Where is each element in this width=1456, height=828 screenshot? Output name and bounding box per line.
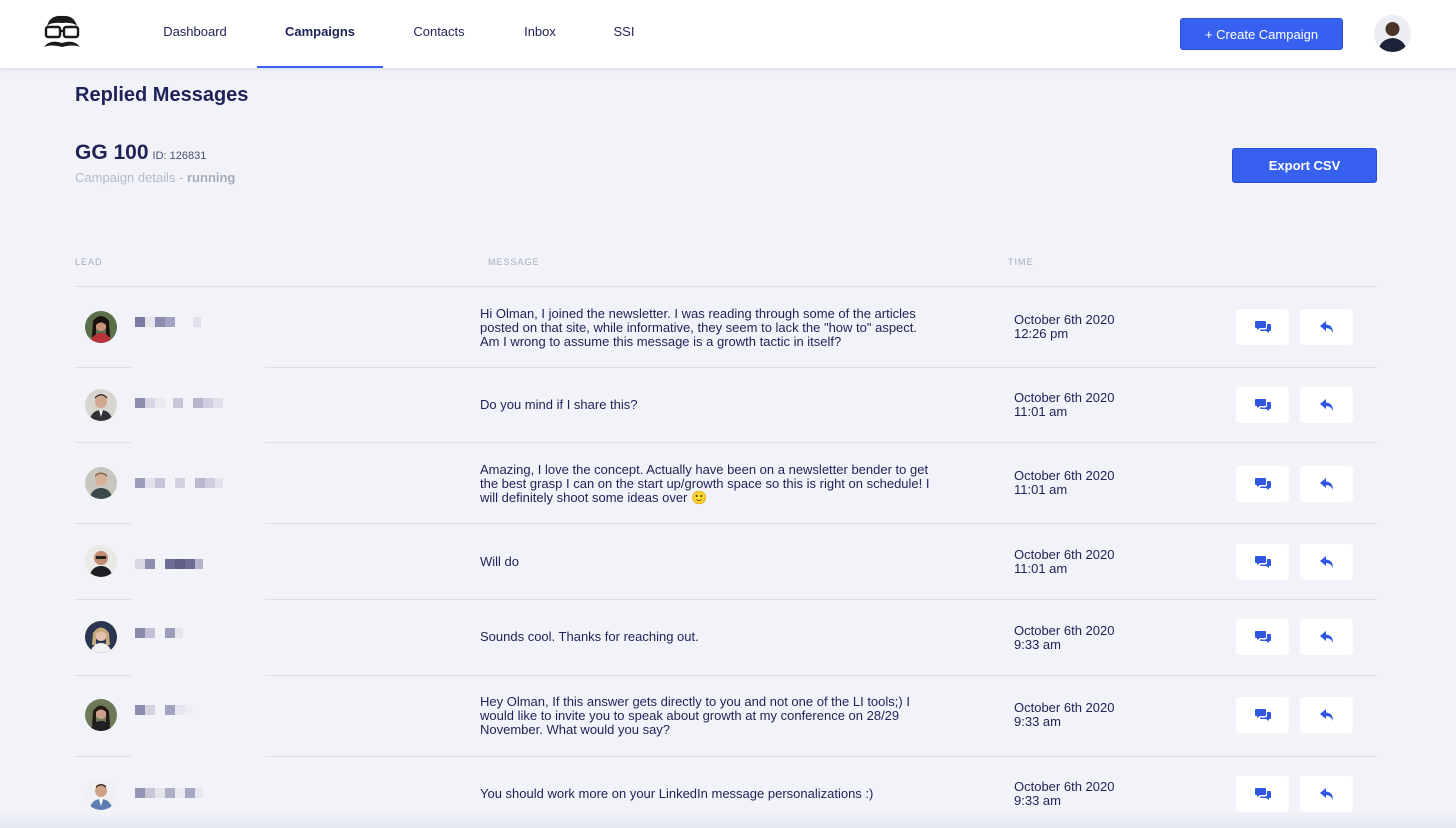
message-clock: 11:01 am (1014, 482, 1068, 497)
view-conversation-button[interactable] (1236, 697, 1289, 733)
view-conversation-button[interactable] (1236, 619, 1289, 655)
message-text: Do you mind if I share this? (480, 397, 638, 412)
message-date: October 6th 2020 (1014, 390, 1115, 405)
campaign-id: ID: 126831 (152, 150, 207, 162)
table-row: Sounds cool. Thanks for reaching out. Oc… (75, 600, 1377, 677)
lead-name-redacted (135, 478, 223, 490)
campaign-name: GG 100 ID: 126831 (75, 141, 206, 165)
message-time: October 6th 2020 12:26 pm (1014, 313, 1114, 341)
user-avatar[interactable] (1374, 15, 1411, 52)
lead-name-redacted (135, 788, 203, 800)
lead-avatar (85, 545, 117, 577)
lead-name-redacted (135, 559, 203, 571)
message-clock: 11:01 am (1014, 404, 1068, 419)
lead-avatar (85, 621, 117, 653)
message-date: October 6th 2020 (1014, 468, 1115, 483)
reply-button[interactable] (1300, 697, 1353, 733)
message-text: Hi Olman, I joined the newsletter. I was… (480, 306, 918, 349)
reply-button[interactable] (1300, 309, 1353, 345)
lead-name-redacted (135, 317, 201, 329)
message-date: October 6th 2020 (1014, 779, 1115, 794)
lead-avatar (85, 311, 117, 343)
mustache-logo-icon[interactable] (40, 12, 84, 56)
lead-name-redacted (135, 628, 183, 640)
message-time: October 6th 2020 11:01 am (1014, 469, 1114, 497)
tab-campaigns[interactable]: Campaigns (257, 0, 383, 68)
tab-dashboard[interactable]: Dashboard (152, 0, 238, 68)
reply-arrow-icon (1319, 708, 1333, 721)
scroll-fade (0, 812, 1456, 828)
message-clock: 9:33 am (1014, 793, 1061, 808)
reply-arrow-icon (1319, 477, 1333, 490)
message-text: Sounds cool. Thanks for reaching out. (480, 629, 699, 644)
message-text: Amazing, I love the concept. Actually ha… (480, 462, 930, 505)
message-text: Will do (480, 554, 520, 569)
tab-inbox[interactable]: Inbox (513, 0, 567, 68)
table-row: Hey Olman, If this answer gets directly … (75, 676, 1377, 758)
chat-bubbles-icon (1254, 788, 1271, 800)
reply-arrow-icon (1319, 787, 1333, 800)
message-date: October 6th 2020 (1014, 700, 1115, 715)
create-campaign-button[interactable]: + Create Campaign (1180, 18, 1343, 50)
chat-bubbles-icon (1254, 556, 1271, 568)
reply-button[interactable] (1300, 776, 1353, 812)
campaign-details-label: Campaign details - (75, 170, 187, 185)
message-time: October 6th 2020 11:01 am (1014, 548, 1114, 576)
table-row: Hi Olman, I joined the newsletter. I was… (75, 287, 1377, 369)
tab-ssi[interactable]: SSI (605, 0, 643, 68)
chat-bubbles-icon (1254, 321, 1271, 333)
chat-bubbles-icon (1254, 709, 1271, 721)
message-text: You should work more on your LinkedIn me… (480, 786, 874, 801)
message-clock: 9:33 am (1014, 637, 1061, 652)
view-conversation-button[interactable] (1236, 776, 1289, 812)
chat-bubbles-icon (1254, 478, 1271, 490)
message-clock: 9:33 am (1014, 714, 1061, 729)
message-date: October 6th 2020 (1014, 623, 1115, 638)
reply-arrow-icon (1319, 555, 1333, 568)
lead-avatar (85, 467, 117, 499)
reply-arrow-icon (1319, 320, 1333, 333)
column-header-message: MESSAGE (488, 257, 540, 267)
message-date: October 6th 2020 (1014, 547, 1115, 562)
view-conversation-button[interactable] (1236, 309, 1289, 345)
message-date: October 6th 2020 (1014, 312, 1115, 327)
lead-avatar (85, 389, 117, 421)
export-csv-button[interactable]: Export CSV (1232, 148, 1377, 183)
message-time: October 6th 2020 11:01 am (1014, 391, 1114, 419)
table-row: Do you mind if I share this? October 6th… (75, 368, 1377, 444)
reply-arrow-icon (1319, 398, 1333, 411)
top-navigation-bar: Dashboard Campaigns Contacts Inbox SSI +… (0, 0, 1456, 68)
campaign-details: Campaign details - running (75, 170, 235, 185)
reply-button[interactable] (1300, 387, 1353, 423)
campaign-name-text: GG 100 (75, 141, 149, 164)
message-time: October 6th 2020 9:33 am (1014, 701, 1114, 729)
view-conversation-button[interactable] (1236, 466, 1289, 502)
view-conversation-button[interactable] (1236, 544, 1289, 580)
lead-name-redacted (135, 705, 193, 717)
page-title: Replied Messages (75, 84, 249, 106)
column-header-lead: LEAD (75, 257, 103, 267)
tab-contacts[interactable]: Contacts (403, 0, 475, 68)
chat-bubbles-icon (1254, 399, 1271, 411)
table-row: Will do October 6th 2020 11:01 am (75, 524, 1377, 601)
message-time: October 6th 2020 9:33 am (1014, 624, 1114, 652)
table-row: Amazing, I love the concept. Actually ha… (75, 443, 1377, 525)
message-time: October 6th 2020 9:33 am (1014, 780, 1114, 808)
reply-button[interactable] (1300, 466, 1353, 502)
chat-bubbles-icon (1254, 631, 1271, 643)
message-clock: 11:01 am (1014, 561, 1068, 576)
lead-avatar (85, 778, 117, 810)
reply-button[interactable] (1300, 619, 1353, 655)
campaign-status: running (187, 170, 236, 185)
column-header-time: TIME (1008, 257, 1034, 267)
reply-arrow-icon (1319, 630, 1333, 643)
lead-name-redacted (135, 398, 223, 410)
lead-avatar (85, 699, 117, 731)
view-conversation-button[interactable] (1236, 387, 1289, 423)
reply-button[interactable] (1300, 544, 1353, 580)
message-clock: 12:26 pm (1014, 326, 1069, 341)
message-text: Hey Olman, If this answer gets directly … (480, 694, 910, 737)
